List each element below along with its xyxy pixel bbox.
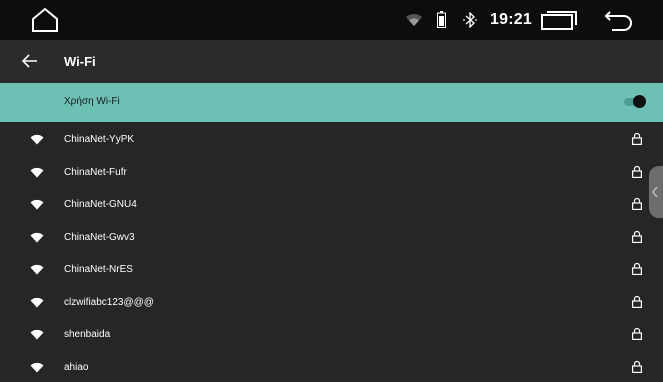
network-row[interactable]: clzwifiabc123@@@ bbox=[0, 285, 663, 318]
network-row[interactable]: ahiao bbox=[0, 350, 663, 382]
recents-icon[interactable] bbox=[541, 11, 577, 30]
wifi-signal-icon bbox=[405, 13, 423, 27]
wifi-signal-icon bbox=[30, 362, 44, 373]
wifi-signal-icon bbox=[30, 199, 44, 210]
bluetooth-icon bbox=[462, 12, 478, 28]
home-icon[interactable] bbox=[31, 7, 59, 33]
network-row[interactable]: ChinaNet-Gwv3 bbox=[0, 220, 663, 253]
toggle-knob bbox=[633, 95, 646, 108]
battery-icon bbox=[437, 11, 446, 28]
network-ssid: ahiao bbox=[64, 362, 88, 373]
network-row[interactable]: ChinaNet-GNU4 bbox=[0, 187, 663, 220]
lock-icon bbox=[632, 132, 642, 145]
lock-icon bbox=[632, 327, 642, 340]
wifi-signal-icon bbox=[30, 167, 44, 178]
page-title: Wi-Fi bbox=[64, 54, 96, 69]
lock-icon bbox=[632, 165, 642, 178]
network-list: ChinaNet-YyPK ChinaNet-Fufr ChinaNet-GNU… bbox=[0, 122, 663, 382]
network-row[interactable]: ChinaNet-NrES bbox=[0, 252, 663, 285]
wifi-signal-icon bbox=[30, 232, 44, 243]
status-bar: 19:21 bbox=[0, 0, 663, 40]
lock-icon bbox=[632, 197, 642, 210]
lock-icon bbox=[632, 230, 642, 243]
chevron-left-icon bbox=[651, 186, 659, 198]
network-row[interactable]: ChinaNet-Fufr bbox=[0, 155, 663, 188]
back-icon[interactable] bbox=[604, 9, 634, 31]
network-ssid: ChinaNet-GNU4 bbox=[64, 199, 137, 210]
network-ssid: ChinaNet-YyPK bbox=[64, 134, 134, 145]
wifi-signal-icon bbox=[30, 329, 44, 340]
lock-icon bbox=[632, 360, 642, 373]
wifi-toggle-row[interactable]: Χρήση Wi-Fi bbox=[0, 83, 663, 122]
lock-icon bbox=[632, 262, 642, 275]
arrow-left-icon[interactable] bbox=[22, 54, 38, 68]
network-ssid: shenbaida bbox=[64, 329, 110, 340]
network-row[interactable]: ChinaNet-YyPK bbox=[0, 122, 663, 155]
network-ssid: ChinaNet-NrES bbox=[64, 264, 133, 275]
wifi-toggle-label: Χρήση Wi-Fi bbox=[64, 96, 120, 107]
lock-icon bbox=[632, 295, 642, 308]
title-bar: Wi-Fi bbox=[0, 40, 663, 83]
clock: 19:21 bbox=[490, 11, 532, 29]
network-ssid: ChinaNet-Fufr bbox=[64, 167, 127, 178]
network-row[interactable]: shenbaida bbox=[0, 317, 663, 350]
wifi-toggle-switch[interactable] bbox=[624, 95, 646, 109]
side-panel-handle[interactable] bbox=[649, 166, 663, 218]
wifi-signal-icon bbox=[30, 264, 44, 275]
network-ssid: clzwifiabc123@@@ bbox=[64, 297, 154, 308]
network-ssid: ChinaNet-Gwv3 bbox=[64, 232, 135, 243]
wifi-signal-icon bbox=[30, 297, 44, 308]
wifi-signal-icon bbox=[30, 134, 44, 145]
